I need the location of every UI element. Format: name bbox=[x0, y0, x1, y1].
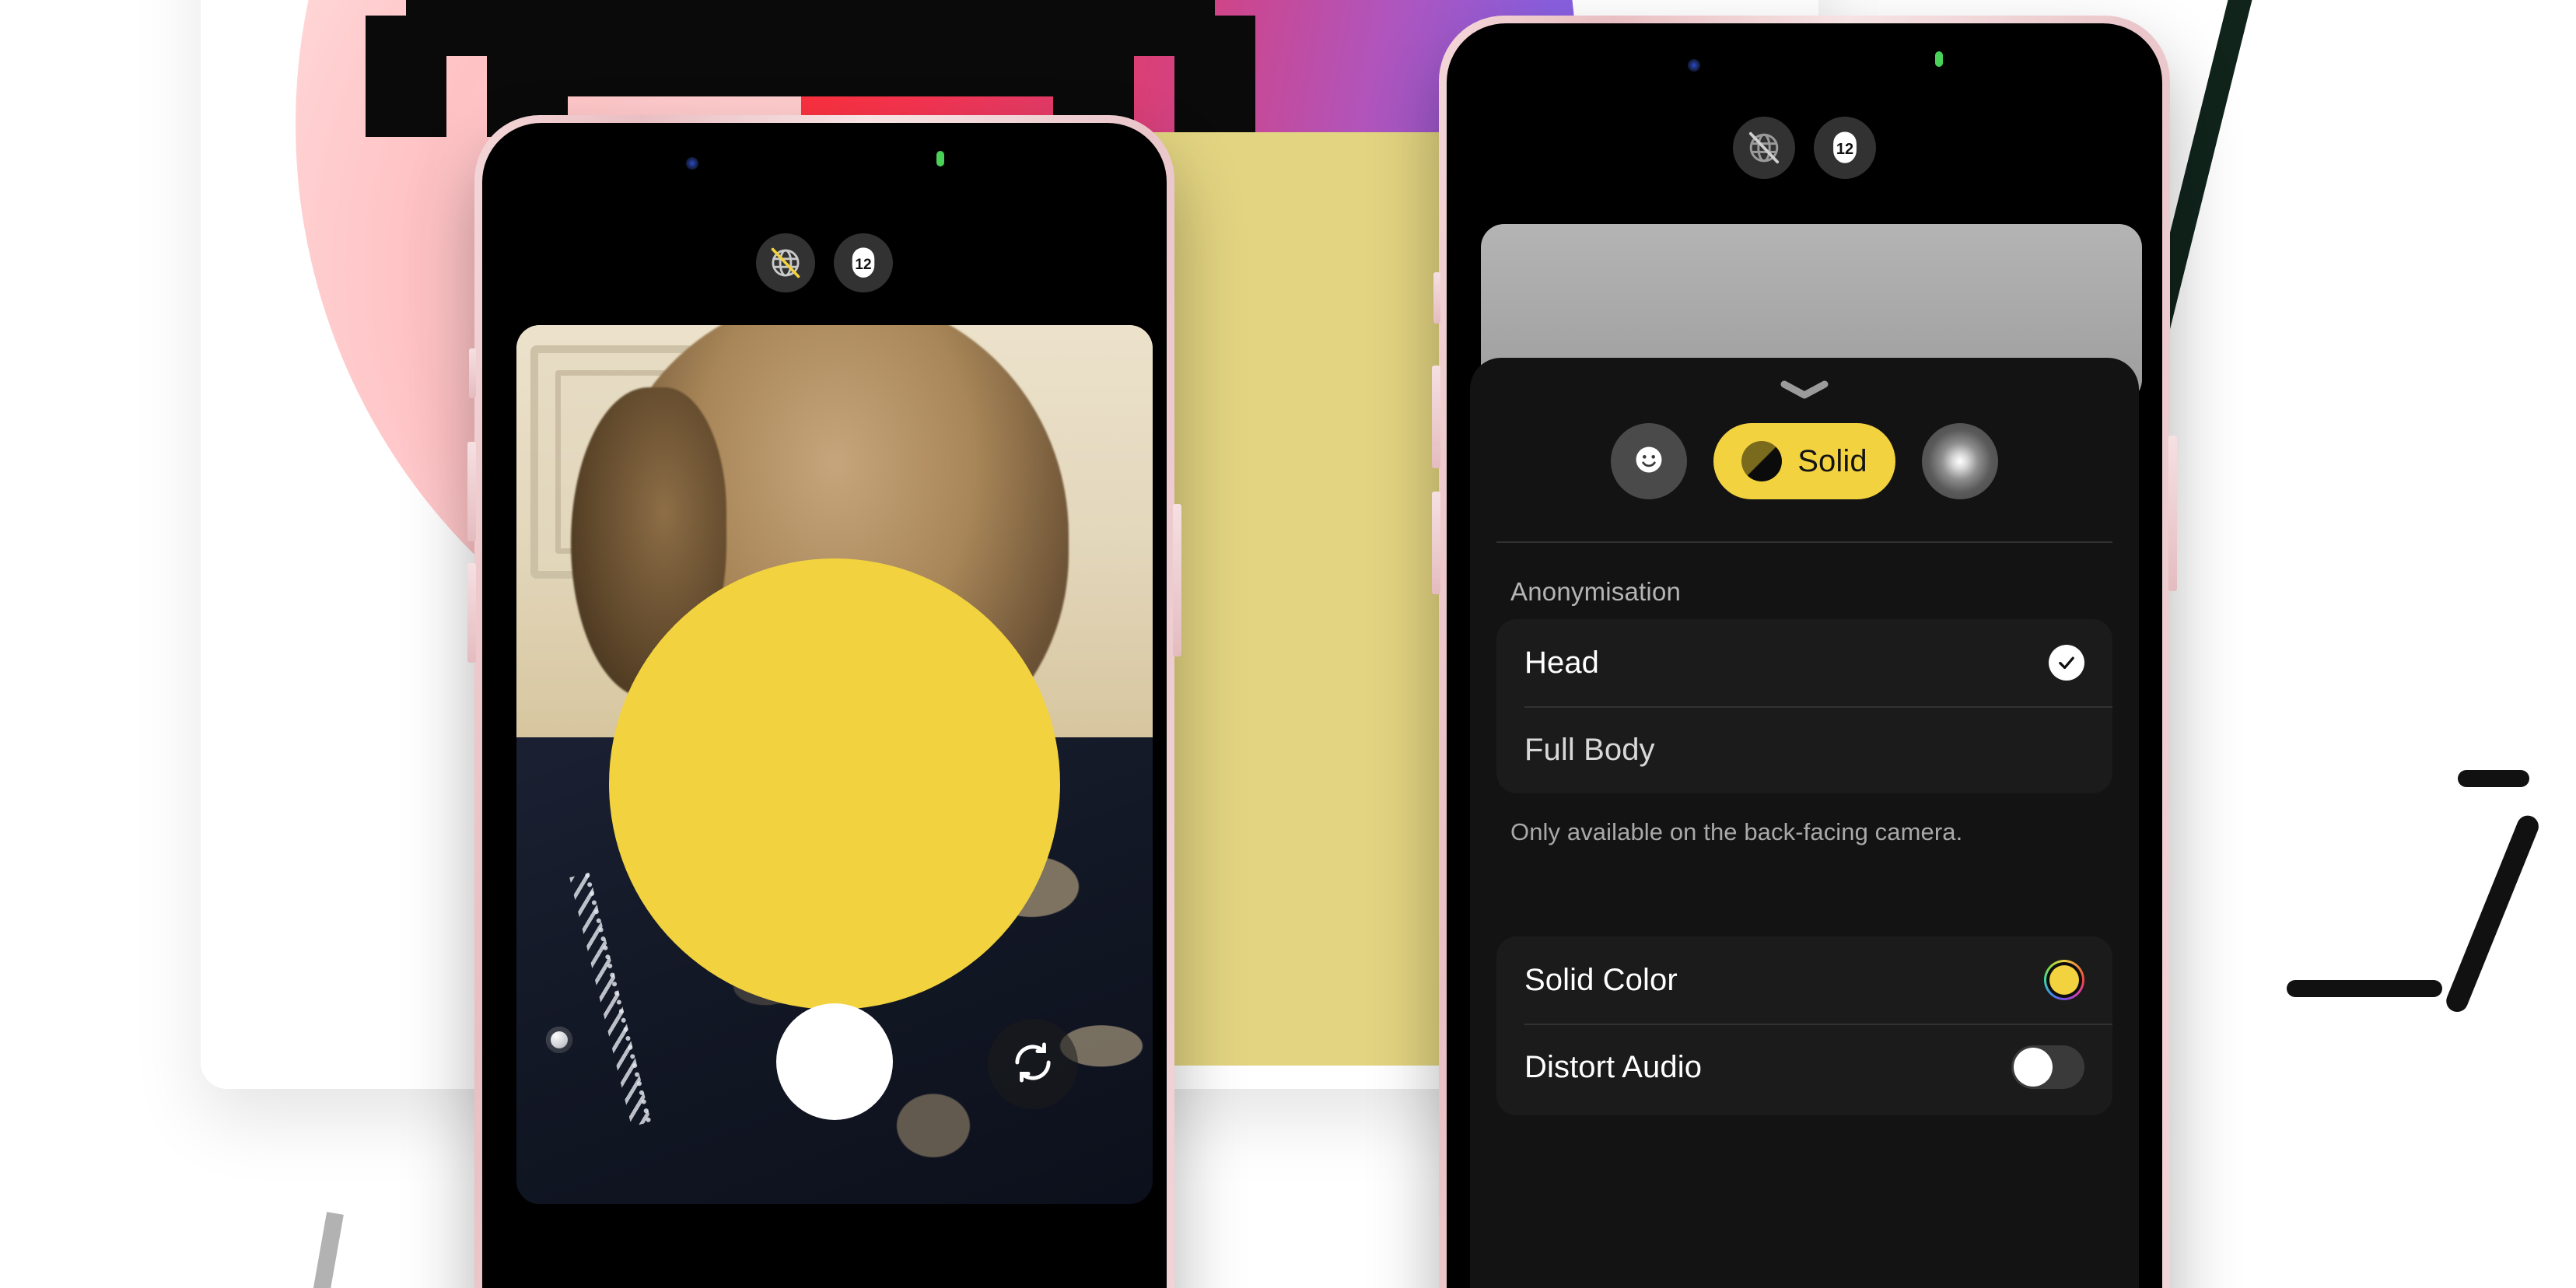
notch bbox=[1676, 31, 1933, 79]
checkmark-icon bbox=[2049, 645, 2084, 681]
anonymisation-style-segmented-control: Solid bbox=[1470, 423, 2139, 499]
face-count-button[interactable]: 12 bbox=[834, 233, 893, 292]
yellow-card-stroke-horizontal bbox=[2287, 980, 2442, 997]
power-button[interactable] bbox=[1173, 504, 1181, 656]
camera-in-use-indicator bbox=[936, 151, 944, 166]
globe-slash-icon bbox=[768, 245, 803, 281]
appearance-options-card: Solid Color Distort Audio bbox=[1496, 936, 2112, 1115]
color-swatch-icon[interactable] bbox=[2044, 960, 2084, 1000]
row-label: Head bbox=[1524, 645, 1600, 680]
camera-flip-button[interactable] bbox=[988, 1019, 1078, 1109]
anonymisation-options-card: Head Full Body bbox=[1496, 619, 2112, 793]
smiley-face-icon bbox=[1632, 443, 1666, 481]
face-count-value: 12 bbox=[1836, 141, 1854, 158]
segment-solid[interactable]: Solid bbox=[1713, 423, 1895, 499]
right-camera-top-controls: 12 bbox=[1733, 117, 1876, 179]
power-button[interactable] bbox=[2168, 436, 2177, 591]
sheet-grabber[interactable] bbox=[1780, 380, 1829, 400]
sheet-divider bbox=[1496, 541, 2112, 543]
list-item-head[interactable]: Head bbox=[1496, 619, 2112, 706]
offline-mode-button[interactable] bbox=[1733, 117, 1795, 179]
camera-in-use-indicator bbox=[1935, 51, 1943, 67]
right-phone-screen: 12 Solid Anonymisation Head Full Body On… bbox=[1454, 31, 2154, 1288]
yellow-card-stroke-cap bbox=[2458, 770, 2529, 787]
volume-up-button[interactable] bbox=[467, 442, 476, 541]
front-camera-sensor-icon bbox=[1688, 59, 1700, 72]
list-item-full-body[interactable]: Full Body bbox=[1496, 706, 2112, 793]
volume-down-button[interactable] bbox=[1432, 492, 1440, 594]
left-phone-screen: 12 bbox=[490, 131, 1159, 1288]
row-label: Full Body bbox=[1524, 732, 1655, 767]
face-count-value: 12 bbox=[855, 256, 872, 273]
row-label: Solid Color bbox=[1524, 962, 1678, 997]
camera-preview[interactable] bbox=[516, 325, 1153, 1204]
segment-emoji[interactable] bbox=[1611, 423, 1688, 499]
mute-switch[interactable] bbox=[469, 348, 476, 398]
volume-down-button[interactable] bbox=[467, 563, 476, 663]
face-count-button[interactable]: 12 bbox=[1814, 117, 1876, 179]
offline-mode-button[interactable] bbox=[756, 233, 815, 292]
background-grey-diagonal-stroke bbox=[270, 1212, 344, 1288]
anonymisation-group-header: Anonymisation bbox=[1510, 577, 1682, 606]
head-count-icon: 12 bbox=[1826, 129, 1864, 166]
camera-flip-icon bbox=[1009, 1038, 1057, 1090]
left-phone-mockup: 12 bbox=[467, 115, 1181, 1288]
front-camera-sensor-icon bbox=[686, 157, 698, 170]
preview-jacket-snap bbox=[546, 1027, 572, 1053]
list-item-distort-audio[interactable]: Distort Audio bbox=[1496, 1024, 2112, 1111]
globe-slash-icon bbox=[1745, 129, 1783, 166]
shutter-button[interactable] bbox=[776, 1003, 893, 1120]
settings-sheet: Solid Anonymisation Head Full Body Only … bbox=[1470, 358, 2139, 1288]
anonymisation-footnote: Only available on the back-facing camera… bbox=[1510, 818, 1963, 845]
anonymisation-overlay bbox=[609, 558, 1060, 1010]
background-yellow-card bbox=[1136, 132, 2543, 1066]
distort-audio-toggle[interactable] bbox=[2011, 1045, 2084, 1089]
list-item-solid-color[interactable]: Solid Color bbox=[1496, 936, 2112, 1024]
row-label: Distort Audio bbox=[1524, 1049, 1703, 1084]
background-scene bbox=[0, 0, 2576, 1288]
right-phone-mockup: 12 Solid Anonymisation Head Full Body On… bbox=[1432, 16, 2177, 1288]
segment-blur[interactable] bbox=[1921, 423, 1998, 499]
notch bbox=[702, 131, 947, 176]
yellow-card-stroke-diagonal bbox=[2443, 812, 2543, 1016]
volume-up-button[interactable] bbox=[1432, 366, 1440, 468]
head-count-icon: 12 bbox=[845, 245, 881, 281]
mute-switch[interactable] bbox=[1433, 272, 1440, 324]
left-camera-top-controls: 12 bbox=[756, 233, 893, 292]
solid-circle-icon bbox=[1741, 441, 1783, 481]
segment-solid-label: Solid bbox=[1797, 443, 1867, 478]
